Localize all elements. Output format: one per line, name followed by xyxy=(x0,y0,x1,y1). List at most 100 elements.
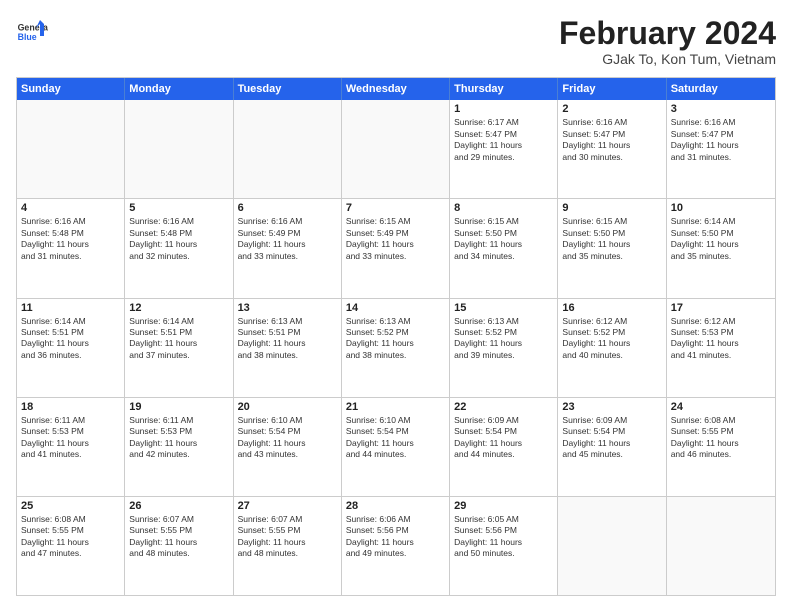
day-info: Sunrise: 6:10 AM Sunset: 5:54 PM Dayligh… xyxy=(346,415,445,461)
day-number: 7 xyxy=(346,202,445,214)
day-number: 26 xyxy=(129,500,228,512)
day-number: 16 xyxy=(562,302,661,314)
day-info: Sunrise: 6:07 AM Sunset: 5:55 PM Dayligh… xyxy=(129,514,228,560)
day-number: 3 xyxy=(671,103,771,115)
calendar-cell: 29Sunrise: 6:05 AM Sunset: 5:56 PM Dayli… xyxy=(450,497,558,595)
day-number: 8 xyxy=(454,202,553,214)
header-day-saturday: Saturday xyxy=(667,78,775,100)
day-info: Sunrise: 6:13 AM Sunset: 5:52 PM Dayligh… xyxy=(454,316,553,362)
calendar-cell: 28 Sunrise: 6:06 AM Sunset: 5:56 PM Dayli… xyxy=(342,497,450,595)
calendar-cell xyxy=(342,100,450,198)
calendar-cell: 5 Sunrise: 6:16 AM Sunset: 5:48 PM Daylig… xyxy=(125,199,233,297)
day-info: Sunrise: 6:15 AM Sunset: 5:49 PM Dayligh… xyxy=(346,216,445,262)
day-info: Sunrise: 6:17 AM Sunset: 5:47 PM Dayligh… xyxy=(454,117,553,163)
day-number: 13 xyxy=(238,302,337,314)
day-info: Sunrise: 6:12 AM Sunset: 5:52 PM Dayligh… xyxy=(562,316,661,362)
calendar-cell: 17 Sunrise: 6:12 AM Sunset: 5:53 PM Dayli… xyxy=(667,299,775,397)
header-day-friday: Friday xyxy=(558,78,666,100)
day-number: 11 xyxy=(21,302,120,314)
day-info: Sunrise: 6:16 AM Sunset: 5:47 PM Dayligh… xyxy=(671,117,771,163)
day-number: 12 xyxy=(129,302,228,314)
day-info: Sunrise: 6:09 AM Sunset: 5:54 PM Dayligh… xyxy=(562,415,661,461)
calendar-cell: 21 Sunrise: 6:10 AM Sunset: 5:54 PM Dayli… xyxy=(342,398,450,496)
day-info: Sunrise: 6:12 AM Sunset: 5:53 PM Dayligh… xyxy=(671,316,771,362)
header-day-thursday: Thursday xyxy=(450,78,558,100)
day-number: 17 xyxy=(671,302,771,314)
day-info: Sunrise: 6:06 AM Sunset: 5:56 PM Dayligh… xyxy=(346,514,445,560)
calendar-row-0: 1 Sunrise: 6:17 AM Sunset: 5:47 PM Daylig… xyxy=(17,100,775,199)
day-number: 24 xyxy=(671,401,771,413)
day-number: 10 xyxy=(671,202,771,214)
day-number: 4 xyxy=(21,202,120,214)
calendar-header: SundayMondayTuesdayWednesdayThursdayFrid… xyxy=(17,78,775,100)
calendar-cell: 14 Sunrise: 6:13 AM Sunset: 5:52 PM Dayli… xyxy=(342,299,450,397)
calendar-cell xyxy=(667,497,775,595)
calendar-cell xyxy=(234,100,342,198)
calendar-cell: 8Sunrise: 6:15 AM Sunset: 5:50 PM Daylig… xyxy=(450,199,558,297)
calendar-cell: 20 Sunrise: 6:10 AM Sunset: 5:54 PM Dayli… xyxy=(234,398,342,496)
day-number: 27 xyxy=(238,500,337,512)
day-info: Sunrise: 6:16 AM Sunset: 5:48 PM Dayligh… xyxy=(21,216,120,262)
day-info: Sunrise: 6:13 AM Sunset: 5:52 PM Dayligh… xyxy=(346,316,445,362)
calendar-cell: 18 Sunrise: 6:11 AM Sunset: 5:53 PM Dayli… xyxy=(17,398,125,496)
day-info: Sunrise: 6:14 AM Sunset: 5:50 PM Dayligh… xyxy=(671,216,771,262)
calendar-cell: 15 Sunrise: 6:13 AM Sunset: 5:52 PM Dayli… xyxy=(450,299,558,397)
calendar-cell: 27Sunrise: 6:07 AM Sunset: 5:55 PM Dayli… xyxy=(234,497,342,595)
day-number: 29 xyxy=(454,500,553,512)
calendar-cell: 19 Sunrise: 6:11 AM Sunset: 5:53 PM Dayli… xyxy=(125,398,233,496)
calendar-cell: 24Sunrise: 6:08 AM Sunset: 5:55 PM Dayli… xyxy=(667,398,775,496)
calendar-cell: 12 Sunrise: 6:14 AM Sunset: 5:51 PM Dayli… xyxy=(125,299,233,397)
day-number: 28 xyxy=(346,500,445,512)
calendar-cell: 1 Sunrise: 6:17 AM Sunset: 5:47 PM Daylig… xyxy=(450,100,558,198)
title-block: February 2024 GJak To, Kon Tum, Vietnam xyxy=(559,16,776,67)
day-info: Sunrise: 6:16 AM Sunset: 5:48 PM Dayligh… xyxy=(129,216,228,262)
calendar-row-3: 18 Sunrise: 6:11 AM Sunset: 5:53 PM Dayli… xyxy=(17,398,775,497)
day-info: Sunrise: 6:10 AM Sunset: 5:54 PM Dayligh… xyxy=(238,415,337,461)
calendar-cell: 22 Sunrise: 6:09 AM Sunset: 5:54 PM Dayli… xyxy=(450,398,558,496)
month-title: February 2024 xyxy=(559,16,776,51)
day-number: 14 xyxy=(346,302,445,314)
day-number: 21 xyxy=(346,401,445,413)
calendar-cell: 11 Sunrise: 6:14 AM Sunset: 5:51 PM Dayli… xyxy=(17,299,125,397)
day-number: 9 xyxy=(562,202,661,214)
calendar-cell: 16 Sunrise: 6:12 AM Sunset: 5:52 PM Dayli… xyxy=(558,299,666,397)
header-day-tuesday: Tuesday xyxy=(234,78,342,100)
day-number: 15 xyxy=(454,302,553,314)
logo-icon: General Blue xyxy=(16,16,48,48)
calendar-row-2: 11 Sunrise: 6:14 AM Sunset: 5:51 PM Dayli… xyxy=(17,299,775,398)
calendar-cell: 10 Sunrise: 6:14 AM Sunset: 5:50 PM Dayli… xyxy=(667,199,775,297)
day-info: Sunrise: 6:11 AM Sunset: 5:53 PM Dayligh… xyxy=(21,415,120,461)
day-info: Sunrise: 6:14 AM Sunset: 5:51 PM Dayligh… xyxy=(21,316,120,362)
day-number: 6 xyxy=(238,202,337,214)
day-info: Sunrise: 6:11 AM Sunset: 5:53 PM Dayligh… xyxy=(129,415,228,461)
calendar-cell xyxy=(125,100,233,198)
day-number: 19 xyxy=(129,401,228,413)
calendar-cell: 7 Sunrise: 6:15 AM Sunset: 5:49 PM Daylig… xyxy=(342,199,450,297)
calendar-cell: 23 Sunrise: 6:09 AM Sunset: 5:54 PM Dayli… xyxy=(558,398,666,496)
day-number: 25 xyxy=(21,500,120,512)
day-info: Sunrise: 6:14 AM Sunset: 5:51 PM Dayligh… xyxy=(129,316,228,362)
day-info: Sunrise: 6:08 AM Sunset: 5:55 PM Dayligh… xyxy=(21,514,120,560)
calendar-cell xyxy=(558,497,666,595)
calendar-cell: 26 Sunrise: 6:07 AM Sunset: 5:55 PM Dayli… xyxy=(125,497,233,595)
header-day-monday: Monday xyxy=(125,78,233,100)
calendar-row-4: 25 Sunrise: 6:08 AM Sunset: 5:55 PM Dayli… xyxy=(17,497,775,595)
header-day-sunday: Sunday xyxy=(17,78,125,100)
calendar-cell: 6 Sunrise: 6:16 AM Sunset: 5:49 PM Daylig… xyxy=(234,199,342,297)
day-number: 5 xyxy=(129,202,228,214)
day-number: 22 xyxy=(454,401,553,413)
calendar-cell: 4 Sunrise: 6:16 AM Sunset: 5:48 PM Daylig… xyxy=(17,199,125,297)
day-info: Sunrise: 6:16 AM Sunset: 5:49 PM Dayligh… xyxy=(238,216,337,262)
day-number: 20 xyxy=(238,401,337,413)
day-info: Sunrise: 6:13 AM Sunset: 5:51 PM Dayligh… xyxy=(238,316,337,362)
calendar-cell: 2Sunrise: 6:16 AM Sunset: 5:47 PM Daylig… xyxy=(558,100,666,198)
calendar-cell: 3 Sunrise: 6:16 AM Sunset: 5:47 PM Daylig… xyxy=(667,100,775,198)
page-header: General Blue February 2024 GJak To, Kon … xyxy=(16,16,776,67)
day-info: Sunrise: 6:15 AM Sunset: 5:50 PM Dayligh… xyxy=(562,216,661,262)
calendar: SundayMondayTuesdayWednesdayThursdayFrid… xyxy=(16,77,776,596)
calendar-body: 1 Sunrise: 6:17 AM Sunset: 5:47 PM Daylig… xyxy=(17,100,775,595)
day-number: 23 xyxy=(562,401,661,413)
day-number: 1 xyxy=(454,103,553,115)
day-info: Sunrise: 6:09 AM Sunset: 5:54 PM Dayligh… xyxy=(454,415,553,461)
day-number: 18 xyxy=(21,401,120,413)
